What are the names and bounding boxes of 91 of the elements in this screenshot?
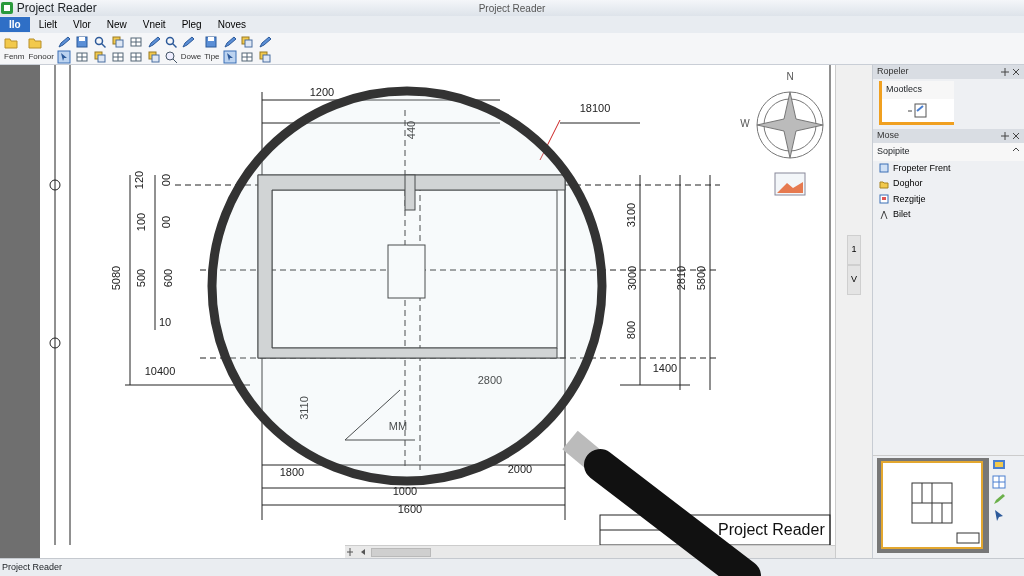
compass-label: W — [740, 118, 750, 129]
pencil-icon[interactable] — [257, 35, 272, 49]
image-icon — [879, 194, 889, 205]
title-block-text: Project Reader — [718, 521, 825, 538]
dimension-label: 1000 — [392, 485, 418, 497]
compass-icon — [879, 209, 889, 220]
tool-label: Fenm — [4, 51, 25, 63]
scroll-button[interactable]: 1 — [847, 235, 861, 265]
search-icon[interactable] — [92, 35, 107, 49]
window-caption: Project Reader — [478, 2, 546, 14]
edit-icon[interactable] — [907, 101, 929, 120]
copy-icon[interactable] — [110, 35, 125, 49]
panel-item[interactable]: Bilet — [873, 207, 1024, 223]
dimension-label: 10400 — [144, 365, 176, 377]
window-title: Project Reader — [16, 0, 97, 17]
panel-title: Mose — [877, 129, 899, 143]
close-icon[interactable] — [1012, 68, 1020, 76]
copy-icon[interactable] — [239, 35, 254, 49]
folder-icon[interactable] — [4, 35, 18, 49]
dimension-label: 3000 — [626, 265, 638, 291]
dimension-label: MM — [388, 420, 408, 432]
dimension-label: 2000 — [507, 463, 533, 475]
dimension-label: 120 — [133, 170, 145, 190]
dimension-label: 100 — [135, 212, 147, 232]
dimension-label: 18100 — [579, 102, 611, 114]
compass-label: N — [786, 71, 794, 82]
folder-icon — [879, 178, 889, 189]
close-icon[interactable] — [1012, 132, 1020, 140]
cursor-icon[interactable] — [222, 50, 237, 64]
zoom-icon[interactable] — [163, 50, 178, 64]
panel-item[interactable]: Fropeter Frent — [873, 160, 1024, 176]
grid-icon[interactable] — [128, 50, 143, 64]
dimension-label: 440 — [405, 120, 417, 140]
dimension-label: 600 — [162, 268, 174, 288]
tool-label: Fonoor — [28, 51, 54, 63]
dimension-label: 1200 — [309, 86, 335, 98]
tool-label: Tipe — [204, 51, 220, 63]
tool-label: Dowe — [180, 51, 202, 63]
save-icon[interactable] — [74, 35, 89, 49]
save-icon[interactable] — [204, 35, 219, 49]
dimension-label: 500 — [135, 268, 147, 288]
status-text: Project Reader — [2, 560, 63, 574]
dimension-label: 1800 — [279, 466, 305, 478]
thumbnail-drawing[interactable] — [877, 458, 989, 553]
grid-icon[interactable] — [74, 50, 89, 64]
copy-icon[interactable] — [92, 50, 107, 64]
pencil-icon[interactable] — [56, 35, 71, 49]
dimension-label: 00 — [160, 215, 172, 229]
menu-item[interactable]: Pleg — [174, 17, 209, 32]
dimension-label: 800 — [625, 320, 637, 340]
dimension-label: 1400 — [652, 362, 678, 374]
menu-item[interactable]: New — [99, 17, 134, 32]
scroll-button[interactable]: V — [847, 265, 861, 295]
file-tab[interactable]: IIo — [0, 17, 30, 32]
folder-icon[interactable] — [28, 35, 43, 49]
pencil-icon[interactable] — [146, 35, 161, 49]
dimension-label: 5080 — [110, 265, 122, 291]
layers-icon[interactable] — [992, 458, 1006, 472]
panel-item[interactable]: Rezgitje — [873, 191, 1024, 207]
menu-item[interactable]: Vlor — [66, 17, 98, 32]
collapse-icon[interactable] — [1012, 145, 1020, 153]
pencil-icon[interactable] — [180, 35, 195, 49]
dimension-label: 3110 — [298, 396, 310, 420]
scroll-thumb[interactable] — [371, 547, 431, 557]
menu-item[interactable]: Lielt — [31, 17, 65, 32]
search-icon[interactable] — [163, 35, 178, 49]
grid-icon[interactable] — [128, 35, 143, 49]
pencil-icon[interactable] — [222, 35, 237, 49]
grid-icon[interactable] — [239, 50, 254, 64]
dimension-label: 1600 — [397, 503, 423, 515]
copy-icon[interactable] — [257, 50, 272, 64]
menu-item[interactable]: Noves — [210, 17, 253, 32]
dimension-label: 3100 — [625, 202, 637, 228]
dimension-label: 2800 — [477, 374, 503, 386]
dimension-label: 10 — [158, 316, 172, 328]
grid-icon[interactable] — [992, 474, 1006, 489]
section-title: Sopipite — [877, 145, 910, 158]
app-icon — [0, 1, 14, 15]
section-title: Mootlecs — [882, 81, 954, 99]
dimension-label: 2810 — [675, 265, 687, 291]
panel-title: Ropeler — [877, 65, 909, 79]
grid-icon[interactable] — [110, 50, 125, 64]
dimension-label: 5800 — [695, 265, 707, 291]
panel-item[interactable]: Doghor — [873, 176, 1024, 192]
menu-item[interactable]: Vneit — [135, 17, 173, 32]
dimension-label: 00 — [160, 173, 172, 187]
document-icon — [879, 163, 889, 174]
copy-icon[interactable] — [146, 50, 161, 64]
cursor-icon[interactable] — [56, 50, 71, 64]
compass-drawing — [756, 91, 824, 159]
image-icon — [774, 172, 806, 196]
